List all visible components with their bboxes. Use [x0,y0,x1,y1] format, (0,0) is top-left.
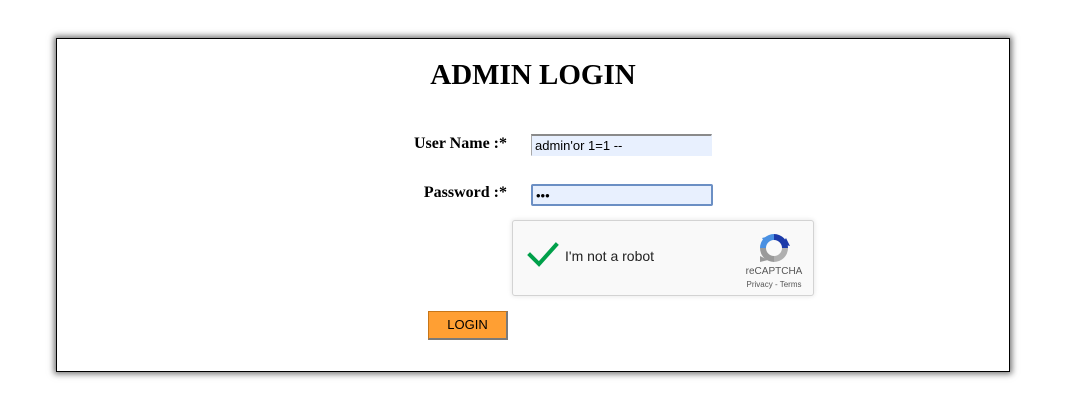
link-separator: - [772,280,780,289]
recaptcha-logo-icon [760,234,790,262]
recaptcha-brand: reCAPTCHA [745,266,803,277]
recaptcha-links: Privacy - Terms [735,280,813,289]
username-field[interactable] [531,134,712,156]
password-label: Password :* [423,184,507,201]
privacy-link[interactable]: Privacy [747,280,773,289]
login-panel: ADMIN LOGIN User Name :* Password :* I'm… [56,38,1010,372]
page-title: ADMIN LOGIN [57,59,1009,92]
login-button[interactable]: LOGIN [428,311,508,340]
password-field[interactable] [531,184,713,206]
checkmark-icon[interactable] [527,241,559,269]
recaptcha-checkbox-label: I'm not a robot [565,248,655,264]
username-label: User Name :* [413,135,507,152]
terms-link[interactable]: Terms [780,280,802,289]
page-title-text: ADMIN LOGIN [430,59,636,91]
recaptcha-widget: I'm not a robot reCAPTCHA Privacy - Term… [512,220,814,296]
